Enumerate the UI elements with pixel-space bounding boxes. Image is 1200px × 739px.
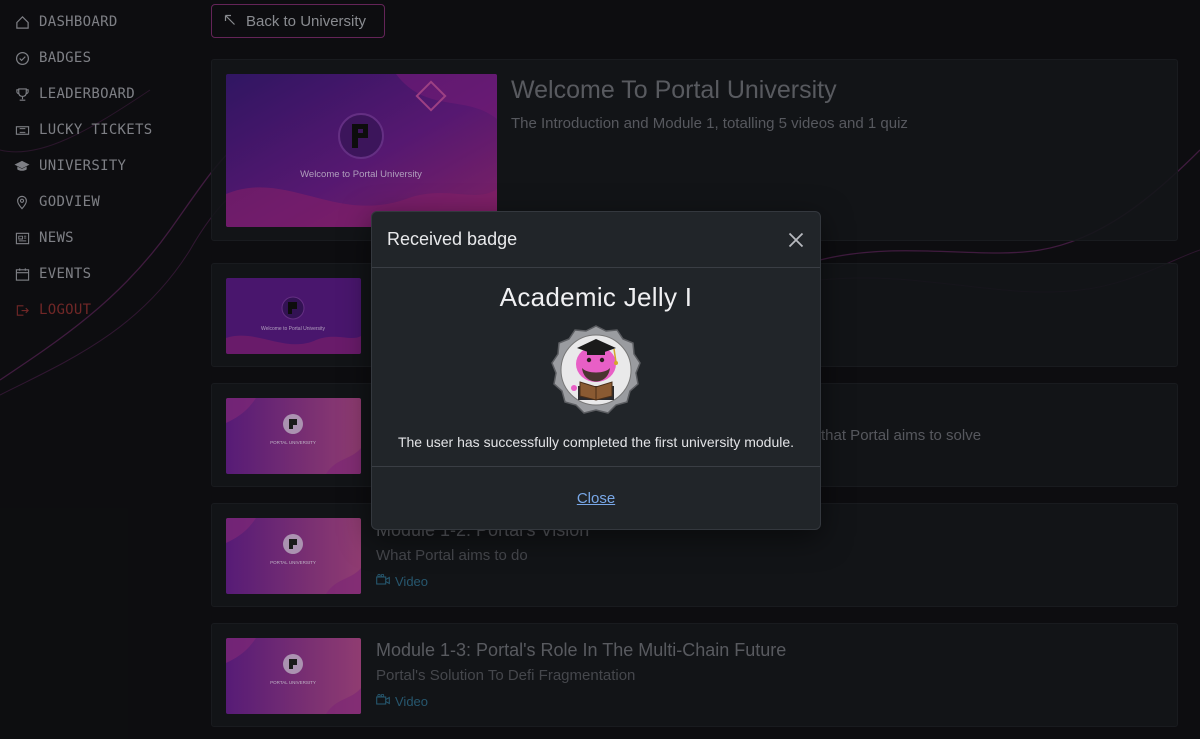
modal-header: Received badge [372,212,820,268]
modal-title: Received badge [387,229,518,249]
close-icon[interactable] [786,230,806,250]
modal-footer: Close [372,467,820,529]
received-badge-modal: Received badge Academic Jelly I The user… [371,211,821,530]
academic-jelly-badge-icon [551,325,641,414]
modal-body: Academic Jelly I The user has successful… [372,268,820,467]
close-button[interactable]: Close [577,490,615,507]
badge-name: Academic Jelly I [499,282,693,312]
badge-description: The user has successfully completed the … [397,434,795,450]
